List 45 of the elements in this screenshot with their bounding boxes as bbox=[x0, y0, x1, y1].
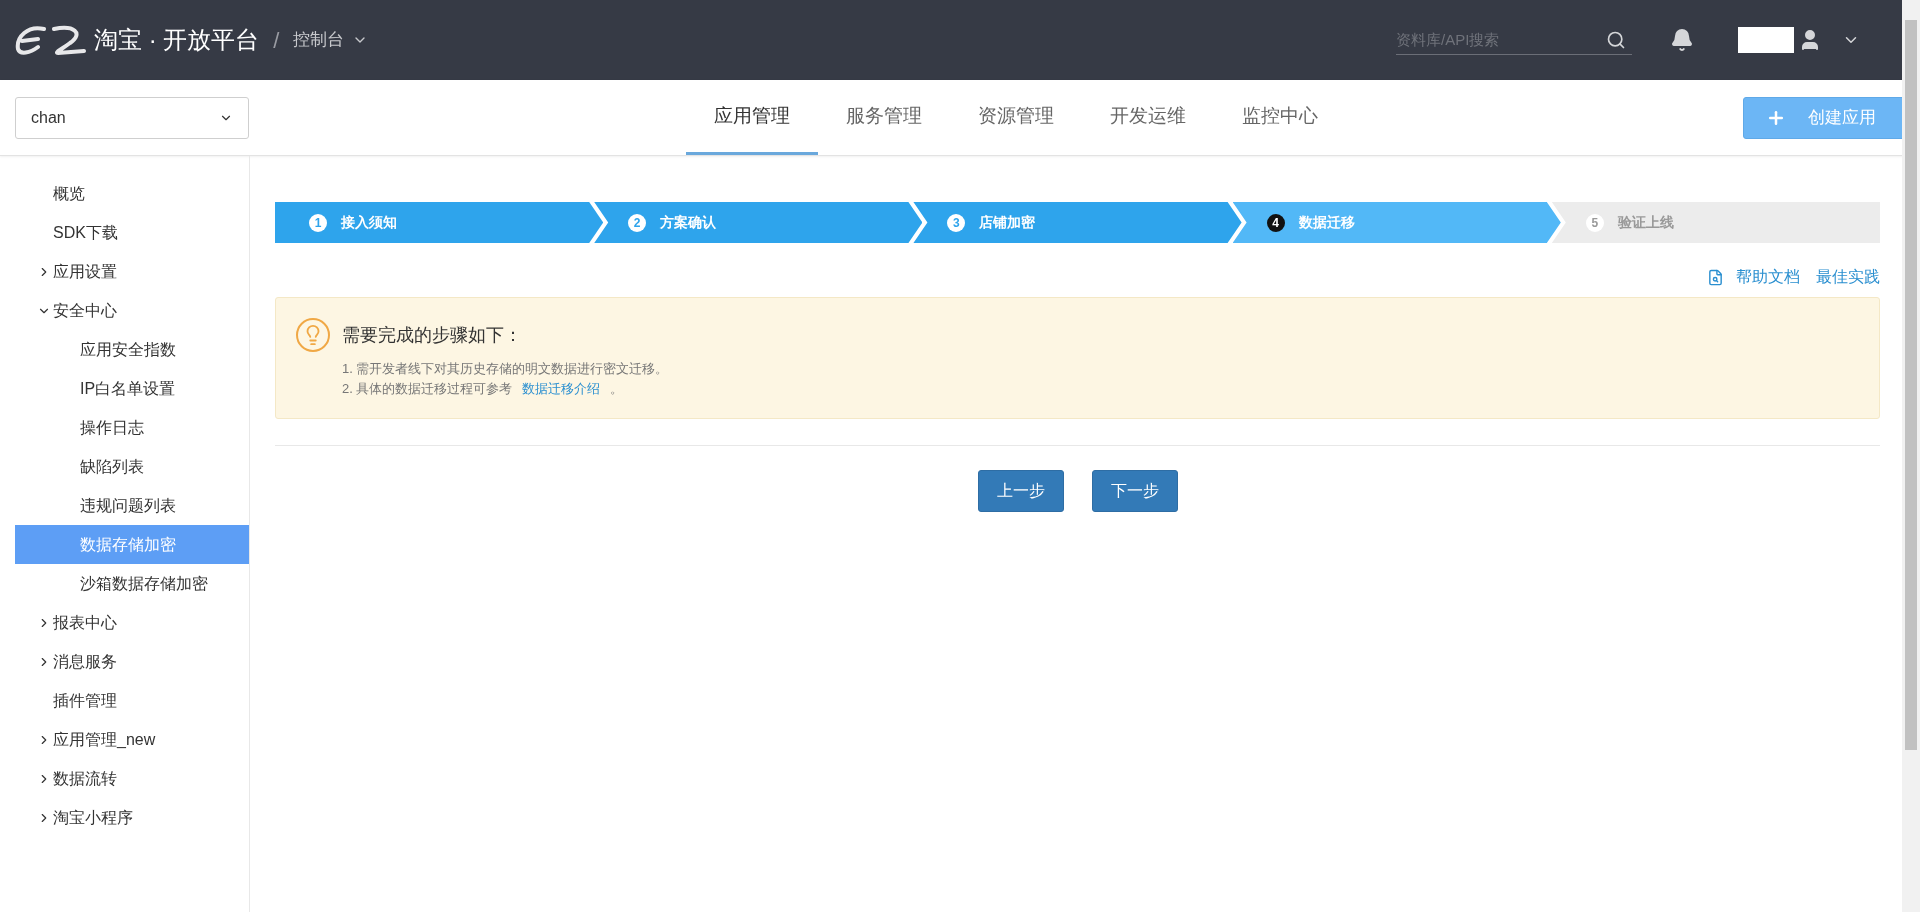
sidebar-item[interactable]: 安全中心 bbox=[15, 291, 249, 330]
step: 4 数据迁移 bbox=[1232, 202, 1561, 243]
notice-line: 2. 具体的数据迁移过程可参考 数据迁移介绍 。 bbox=[342, 380, 625, 398]
nav-tab[interactable]: 监控中心 bbox=[1214, 80, 1346, 155]
logo-icon bbox=[14, 23, 86, 57]
brand-title: 淘宝 · 开放平台 bbox=[94, 25, 260, 55]
search-icon[interactable] bbox=[1606, 30, 1626, 50]
lightbulb-icon bbox=[296, 318, 330, 352]
redacted-block bbox=[1738, 27, 1794, 53]
document-icon bbox=[1707, 268, 1724, 286]
step: 5 验证上线 bbox=[1551, 202, 1880, 243]
help-link[interactable]: 最佳实践 bbox=[1816, 265, 1880, 289]
sidebar-item[interactable]: 沙箱数据存储加密 bbox=[15, 564, 249, 603]
sidebar-item[interactable]: 淘宝小程序 bbox=[15, 798, 249, 837]
notice-line: 1. 需开发者线下对其历史存储的明文数据进行密文迁移。 bbox=[342, 360, 669, 378]
breadcrumb-separator: / bbox=[273, 26, 280, 55]
sidebar-item[interactable]: 操作日志 bbox=[15, 408, 249, 447]
sidebar-item[interactable]: SDK下载 bbox=[15, 213, 249, 252]
sidebar-item[interactable]: 应用设置 bbox=[15, 252, 249, 291]
step: 3 店铺加密 bbox=[913, 202, 1242, 243]
nav-tab[interactable]: 资源管理 bbox=[950, 80, 1082, 155]
sidebar-item[interactable]: 消息服务 bbox=[15, 642, 249, 681]
app-select[interactable]: chan bbox=[15, 96, 249, 139]
nav-tab[interactable]: 应用管理 bbox=[686, 80, 818, 155]
sidebar-item[interactable]: 应用安全指数 bbox=[15, 330, 249, 369]
sidebar-item[interactable]: 违规问题列表 bbox=[15, 486, 249, 525]
sidebar-item[interactable]: 报表中心 bbox=[15, 603, 249, 642]
sidebar-item[interactable]: 概览 bbox=[15, 174, 249, 213]
sidebar-item[interactable]: IP白名单设置 bbox=[15, 369, 249, 408]
sidebar-item[interactable]: 应用管理_new bbox=[15, 720, 249, 759]
nav-tab[interactable]: 开发运维 bbox=[1082, 80, 1214, 155]
step-button[interactable]: 上一步 bbox=[977, 470, 1064, 512]
scrollbar[interactable] bbox=[1902, 0, 1920, 912]
search-field[interactable]: 资料库/API搜索 bbox=[1396, 25, 1632, 55]
sidebar-item[interactable]: 缺陷列表 bbox=[15, 447, 249, 486]
bell-icon[interactable] bbox=[1670, 28, 1694, 52]
step: 2 方案确认 bbox=[594, 202, 923, 243]
nav-tab[interactable]: 服务管理 bbox=[818, 80, 950, 155]
sidebar-item[interactable]: 插件管理 bbox=[15, 681, 249, 720]
step: 1 接入须知 bbox=[275, 202, 604, 243]
console-dropdown[interactable]: 控制台 bbox=[293, 27, 369, 53]
notice-title: 需要完成的步骤如下： bbox=[342, 324, 523, 347]
step-button[interactable]: 下一步 bbox=[1091, 470, 1178, 512]
help-link[interactable]: 帮助文档 bbox=[1736, 265, 1800, 289]
sidebar-item[interactable]: 数据流转 bbox=[15, 759, 249, 798]
